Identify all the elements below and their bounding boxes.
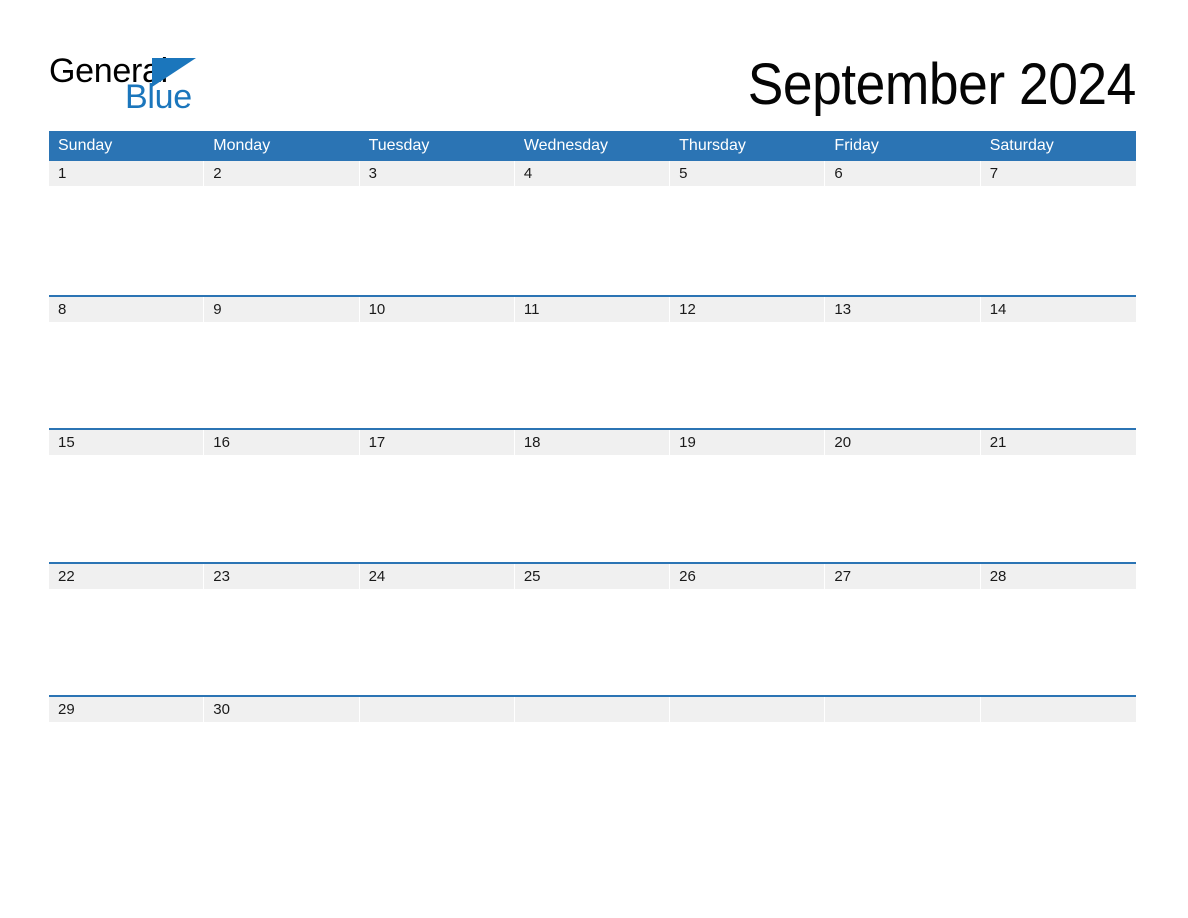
weekday-header-saturday: Saturday (989, 137, 1054, 154)
date-number-band: 1 2 3 4 5 6 7 (49, 161, 1136, 186)
calendar-page: General Blue September 2024 Sunday Monda… (0, 0, 1188, 918)
day-cell-30[interactable]: 30 (204, 697, 360, 723)
calendar-week-row: 22 23 24 25 26 27 28 (49, 561, 1136, 697)
day-cell-19[interactable]: 19 (670, 430, 826, 456)
day-cell-11[interactable]: 11 (514, 296, 671, 322)
calendar-week-row: 15 16 17 18 19 20 21 (49, 428, 1136, 564)
day-cell-25[interactable]: 25 (514, 563, 671, 589)
calendar-week-row: 1 2 3 4 5 6 7 (49, 161, 1136, 295)
weekday-header-sunday: Sunday (58, 137, 113, 154)
general-blue-logo[interactable]: General Blue (49, 54, 199, 116)
day-cell-27[interactable]: 27 (825, 563, 981, 589)
calendar-grid: Sunday Monday Tuesday Wednesday Thursday… (49, 131, 1136, 831)
weekday-header-monday: Monday (213, 137, 271, 154)
date-number-band: 8 9 10 11 12 13 14 (49, 296, 1136, 322)
day-cell-empty-2 (514, 697, 671, 723)
weekday-header-thursday: Thursday (679, 137, 746, 154)
logo-text-blue: Blue (125, 78, 192, 116)
page-header: General Blue September 2024 (49, 48, 1136, 122)
week-event-area[interactable] (49, 186, 1136, 294)
day-cell-29[interactable]: 29 (49, 697, 205, 723)
day-cell-empty-4 (825, 697, 981, 723)
week-event-area[interactable] (49, 455, 1136, 564)
calendar-week-row: 29 30 (49, 695, 1136, 831)
week-event-area[interactable] (49, 722, 1136, 831)
day-cell-13[interactable]: 13 (825, 296, 981, 322)
day-cell-23[interactable]: 23 (204, 563, 360, 589)
day-cell-empty-5 (980, 697, 1136, 723)
day-cell-empty-3 (670, 697, 826, 723)
day-cell-10[interactable]: 10 (359, 296, 515, 322)
day-cell-21[interactable]: 21 (980, 430, 1136, 456)
day-cell-20[interactable]: 20 (825, 430, 981, 456)
day-cell-24[interactable]: 24 (359, 563, 515, 589)
day-cell-15[interactable]: 15 (49, 430, 205, 456)
day-cell-3[interactable]: 3 (359, 161, 515, 186)
weekday-header-tuesday: Tuesday (368, 137, 430, 154)
day-cell-26[interactable]: 26 (670, 563, 826, 589)
day-cell-12[interactable]: 12 (670, 296, 826, 322)
day-cell-1[interactable]: 1 (49, 161, 205, 186)
week-event-area[interactable] (49, 321, 1136, 430)
weekday-header-row: Sunday Monday Tuesday Wednesday Thursday… (49, 131, 1136, 161)
week-event-area[interactable] (49, 588, 1136, 697)
day-cell-18[interactable]: 18 (514, 430, 671, 456)
day-cell-22[interactable]: 22 (49, 563, 205, 589)
day-cell-17[interactable]: 17 (359, 430, 515, 456)
day-cell-5[interactable]: 5 (670, 161, 826, 186)
day-cell-28[interactable]: 28 (980, 563, 1136, 589)
day-cell-empty-1 (359, 697, 515, 723)
day-cell-16[interactable]: 16 (204, 430, 360, 456)
weekday-header-wednesday: Wednesday (523, 137, 609, 154)
day-cell-7[interactable]: 7 (980, 161, 1136, 186)
date-number-band: 29 30 (49, 697, 1136, 723)
date-number-band: 15 16 17 18 19 20 21 (49, 430, 1136, 456)
date-number-band: 22 23 24 25 26 27 28 (49, 563, 1136, 589)
day-cell-4[interactable]: 4 (514, 161, 671, 186)
calendar-week-row: 8 9 10 11 12 13 14 (49, 294, 1136, 430)
day-cell-9[interactable]: 9 (204, 296, 360, 322)
day-cell-14[interactable]: 14 (980, 296, 1136, 322)
page-title: September 2024 (747, 52, 1137, 117)
weekday-header-friday: Friday (834, 137, 879, 154)
day-cell-6[interactable]: 6 (825, 161, 981, 186)
day-cell-2[interactable]: 2 (204, 161, 360, 186)
day-cell-8[interactable]: 8 (49, 296, 205, 322)
